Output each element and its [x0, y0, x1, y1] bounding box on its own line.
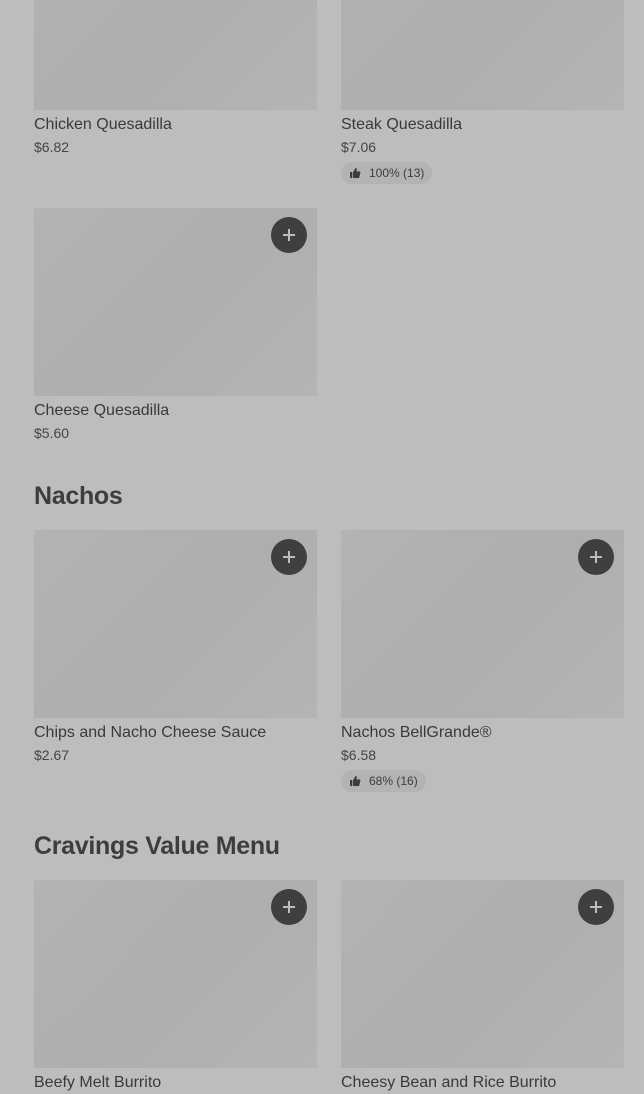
menu-item-beefy-melt-burrito[interactable]: Beefy Melt Burrito [34, 880, 317, 1093]
plus-icon [271, 217, 307, 253]
section-title-cravings-value-menu: Cravings Value Menu [34, 832, 280, 860]
thumbs-up-icon [349, 167, 361, 179]
menu-item-nachos-bellgrande[interactable]: Nachos BellGrande® $6.58 68% (16) [341, 530, 624, 792]
item-name: Beefy Melt Burrito [34, 1074, 162, 1091]
item-name: Nachos BellGrande® [341, 724, 492, 741]
rating-text: 68% (16) [369, 774, 418, 788]
item-price: $6.58 [341, 747, 377, 763]
add-button[interactable] [578, 889, 614, 925]
plus-icon [271, 539, 307, 575]
add-button[interactable] [271, 889, 307, 925]
menu-item-chicken-quesadilla[interactable]: Chicken Quesadilla $6.82 [34, 0, 317, 156]
item-image[interactable] [34, 530, 317, 718]
add-button[interactable] [578, 539, 614, 575]
item-name: Steak Quesadilla [341, 116, 462, 133]
menu-item-cheese-quesadilla[interactable]: Cheese Quesadilla $5.60 [34, 208, 317, 442]
item-image[interactable] [34, 208, 317, 396]
menu-item-steak-quesadilla[interactable]: Steak Quesadilla $7.06 100% (13) [341, 0, 624, 184]
menu-item-cheesy-bean-rice-burrito[interactable]: Cheesy Bean and Rice Burrito [341, 880, 624, 1093]
item-image[interactable] [34, 880, 317, 1068]
rating-badge: 100% (13) [341, 162, 433, 184]
item-price: $2.67 [34, 747, 70, 763]
plus-icon [271, 889, 307, 925]
item-image[interactable] [341, 0, 624, 110]
item-image[interactable] [341, 880, 624, 1068]
item-price: $7.06 [341, 139, 377, 155]
rating-text: 100% (13) [369, 166, 425, 180]
item-image[interactable] [34, 0, 317, 110]
add-button[interactable] [271, 217, 307, 253]
add-button[interactable] [271, 539, 307, 575]
item-price: $6.82 [34, 139, 70, 155]
section-title-nachos: Nachos [34, 482, 123, 510]
item-price: $5.60 [34, 425, 70, 441]
thumbs-up-icon [349, 775, 361, 787]
item-name: Cheese Quesadilla [34, 402, 170, 419]
plus-icon [578, 889, 614, 925]
item-name: Cheesy Bean and Rice Burrito [341, 1074, 557, 1091]
item-image[interactable] [341, 530, 624, 718]
item-name: Chips and Nacho Cheese Sauce [34, 724, 267, 741]
plus-icon [578, 539, 614, 575]
item-name: Chicken Quesadilla [34, 116, 172, 133]
rating-badge: 68% (16) [341, 770, 426, 792]
menu-item-chips-nacho-cheese[interactable]: Chips and Nacho Cheese Sauce $2.67 [34, 530, 317, 764]
